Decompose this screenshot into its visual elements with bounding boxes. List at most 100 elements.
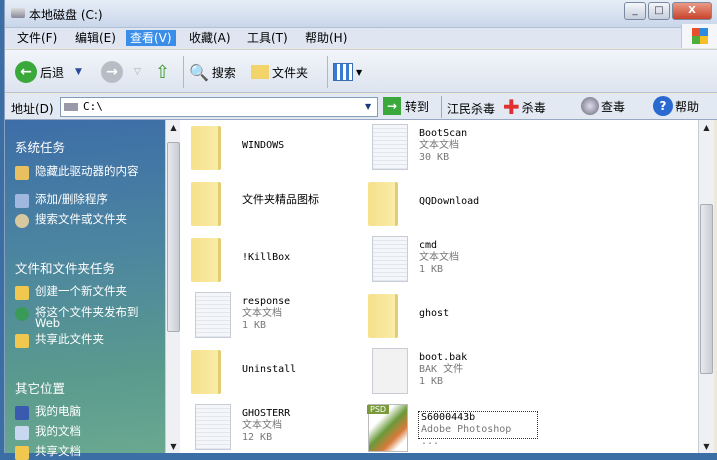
address-bar: 地址(D) C:\ ▼ → 转到 江民杀毒 ✚ 杀毒 查毒 ? 帮助 [5,94,717,120]
folders-label: 文件夹 [272,65,309,80]
kill-virus-button[interactable]: ✚ 杀毒 [503,97,546,117]
task-label: 隐藏此驱动器的内容 [35,164,139,178]
share-folder-icon [15,334,29,348]
file-type: Adobe Photoshop ... [421,424,512,447]
task-label: 搜索文件或文件夹 [35,212,127,226]
menu-help[interactable]: 帮助(H) [301,30,351,46]
task-new-folder[interactable]: 创建一个新文件夹 [15,284,160,300]
place-my-documents[interactable]: 我的文档 [15,425,160,440]
file-item-doc[interactable]: GHOSTERR 文本文档 12 KB [185,402,365,454]
menu-file[interactable]: 文件(F) [13,30,61,46]
system-tasks-heading[interactable]: 系统任务 [15,137,65,156]
folder-icon [191,182,221,226]
new-folder-icon [15,286,29,300]
views-icon [333,63,353,81]
search-icon [15,214,29,228]
file-name: 文件夹精品图标 [242,193,319,206]
file-item-folder[interactable]: QQDownload [362,178,542,230]
file-item-folder[interactable]: WINDOWS [185,122,365,174]
file-type: 文本文档 [419,252,459,263]
task-label: 将这个文件夹发布到 Web [35,305,139,330]
up-button[interactable]: ⇧ [155,61,170,83]
chevron-down-icon[interactable]: ▽ [134,67,141,77]
go-button[interactable]: → 转到 [383,97,429,115]
place-label: 共享文档 [35,444,81,458]
address-input[interactable]: C:\ [60,97,378,117]
address-label: 地址(D) [11,102,54,116]
address-dropdown-icon[interactable]: ▼ [365,102,371,111]
file-name: boot.bak [419,352,468,363]
text-document-icon [195,292,231,338]
folder-icon [191,126,221,170]
menu-favorites[interactable]: 收藏(A) [185,30,235,46]
text-document-icon [372,124,408,170]
task-label: 创建一个新文件夹 [35,284,127,298]
task-add-remove-programs[interactable]: 添加/删除程序 [15,193,160,208]
hide-contents-icon [15,166,29,180]
menu-view[interactable]: 查看(V) [126,30,176,46]
file-item-folder[interactable]: 文件夹精品图标 [185,178,365,230]
photoshop-file-icon: PSD [367,404,408,452]
folder-icon [191,238,221,282]
task-share-folder[interactable]: 共享此文件夹 [15,333,160,348]
file-tasks-heading[interactable]: 文件和文件夹任务 [15,258,115,277]
minimize-button[interactable]: _ [624,2,646,20]
views-button[interactable]: ▼ [333,61,362,83]
scroll-down-icon[interactable]: ▼ [166,442,181,451]
divider [183,56,184,88]
file-size: 1 KB [419,264,444,275]
back-arrow-icon: ← [15,61,37,83]
text-document-icon [372,236,408,282]
back-button[interactable]: ← 后退 ▼ [15,61,82,83]
menu-bar: 文件(F) 编辑(E) 查看(V) 收藏(A) 工具(T) 帮助(H) [5,28,717,48]
chevron-down-icon[interactable]: ▼ [75,67,82,77]
task-search-files[interactable]: 搜索文件或文件夹 [15,212,160,228]
forward-arrow-icon: → [101,61,123,83]
file-item-folder[interactable]: ghost [362,290,542,342]
forward-button[interactable]: → ▽ [101,61,141,83]
file-type: BAK 文件 [419,364,464,375]
file-item-folder[interactable]: Uninstall [185,346,365,398]
file-item-doc[interactable]: BootScan 文本文档 30 KB [362,122,542,174]
file-item-doc[interactable]: response 文本文档 1 KB [185,290,365,342]
place-shared-documents[interactable]: 共享文档 [15,444,160,460]
drive-icon [11,8,25,18]
file-item-folder[interactable]: !KillBox [185,234,365,286]
file-list-scrollbar[interactable]: ▲ ▼ [698,120,714,453]
scroll-up-icon[interactable]: ▲ [166,123,181,132]
scrollbar-thumb[interactable] [700,204,713,374]
file-item-bak[interactable]: boot.bak BAK 文件 1 KB [362,346,542,398]
help-button[interactable]: ? 帮助 [653,96,699,116]
file-name: BootScan [419,128,468,139]
go-label: 转到 [405,99,430,114]
title-bar: 本地磁盘 (C:) _ □ X [5,0,717,28]
scroll-up-icon[interactable]: ▲ [699,123,714,132]
other-places-heading[interactable]: 其它位置 [15,378,65,397]
red-cross-icon: ✚ [503,95,520,119]
file-name: cmd [419,240,438,251]
go-arrow-icon: → [383,97,401,115]
close-button[interactable]: X [672,2,712,20]
file-type: 文本文档 [419,140,459,151]
divider [441,96,442,118]
text-document-icon [195,404,231,450]
scrollbar-thumb[interactable] [167,142,180,332]
file-item-doc[interactable]: cmd 文本文档 1 KB [362,234,542,286]
scroll-down-icon[interactable]: ▼ [699,442,714,451]
file-item-psd-selected[interactable]: PSD S6000443b Adobe Photoshop ... [362,402,542,454]
folder-icon [368,182,398,226]
file-name: WINDOWS [242,140,285,151]
maximize-button[interactable]: □ [648,2,670,20]
search-icon: 🔍 [189,62,209,82]
menu-tools[interactable]: 工具(T) [243,30,292,46]
task-pane-scrollbar[interactable]: ▲ ▼ [165,120,180,453]
task-hide-drive[interactable]: 隐藏此驱动器的内容 [15,164,160,180]
kill-label: 杀毒 [521,100,546,115]
scan-virus-button[interactable]: 查毒 [581,97,625,115]
task-publish-web[interactable]: 将这个文件夹发布到 Web [15,305,160,330]
place-my-computer[interactable]: 我的电脑 [15,405,160,420]
folders-button[interactable]: 文件夹 [251,61,308,83]
search-button[interactable]: 🔍 搜索 [189,61,236,83]
folder-up-icon: ⇧ [155,61,171,83]
menu-edit[interactable]: 编辑(E) [71,30,120,46]
